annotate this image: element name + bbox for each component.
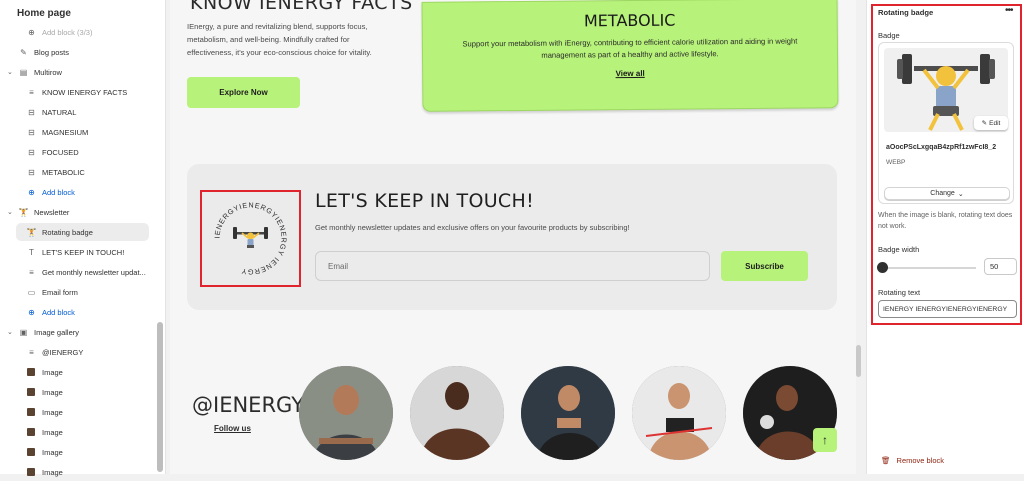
sidebar-item-magnesium[interactable]: ⊟ MAGNESIUM (27, 123, 88, 141)
sidebar-scrollbar[interactable] (157, 322, 163, 472)
gallery-image[interactable] (299, 366, 393, 460)
panel-title: Rotating badge (878, 8, 934, 17)
follow-us-link[interactable]: Follow us (214, 424, 251, 433)
row-block-icon: ⊟ (28, 147, 35, 157)
change-image-button[interactable]: Change ⌄ (884, 187, 1010, 200)
row-block-icon: ⊟ (28, 107, 35, 117)
remove-block-button[interactable]: 🗑 Remove block (881, 456, 944, 465)
badge-width-slider-track[interactable] (882, 267, 976, 269)
sidebar-item-image-gallery[interactable]: ⌄ ▣ Image gallery (7, 323, 79, 341)
sidebar-item-blog-posts[interactable]: ✎ Blog posts (19, 43, 69, 61)
row-block-icon: ⊟ (28, 167, 35, 177)
preview-scrollbar[interactable] (856, 345, 861, 377)
sidebar-item-heading[interactable]: T LET'S KEEP IN TOUCH! (27, 243, 124, 261)
scroll-to-top-button[interactable]: ↑ (813, 428, 837, 452)
metabolic-heading: METABOLIC (583, 10, 676, 31)
add-block-button[interactable]: ⊕ Add block (27, 303, 75, 321)
section-icon: ▤ (19, 67, 28, 77)
plus-circle-icon: ⊕ (28, 307, 35, 317)
rotating-text-input[interactable]: IENERGY IENERGYIENERGYIENERGY (878, 300, 1017, 318)
sidebar-item-multirow[interactable]: ⌄ ▤ Multirow (7, 63, 62, 81)
add-block-disabled: ⊕ Add block (3/3) (28, 27, 93, 37)
gallery-image[interactable] (632, 366, 726, 460)
add-block-button[interactable]: ⊕ Add block (27, 183, 75, 201)
image-icon (27, 448, 35, 456)
gallery-icon: ▣ (19, 327, 28, 337)
view-all-link[interactable]: View all (423, 67, 837, 80)
block-settings-panel: Rotating badge ••• Badge ✎ Edit aOocPScL… (866, 0, 1024, 474)
text-block-icon: ≡ (29, 87, 34, 97)
sidebar-item-image[interactable]: Image (27, 383, 63, 401)
form-icon: ▭ (27, 287, 36, 297)
plus-circle-icon: ⊕ (28, 187, 35, 197)
image-icon (27, 388, 35, 396)
chevron-down-icon: ⌄ (957, 190, 964, 198)
sidebar-item-email-form[interactable]: ▭ Email form (27, 283, 78, 301)
sidebar-item-newsletter[interactable]: ⌄ 🏋 Newsletter (7, 203, 69, 221)
text-block-icon: ≡ (29, 347, 34, 357)
heading-icon: T (29, 247, 34, 257)
know-facts-text: IEnergy, a pure and revitalizing blend, … (187, 22, 372, 57)
sidebar-item-focused[interactable]: ⊟ FOCUSED (27, 143, 79, 161)
trash-icon: 🗑 (881, 456, 891, 465)
page-title: Home page (17, 8, 71, 19)
image-icon (27, 368, 35, 376)
blog-icon: ✎ (20, 47, 27, 57)
sections-sidebar: Home page ⊕ Add block (3/3) ✎ Blog posts… (0, 0, 166, 477)
more-options-icon[interactable]: ••• (1005, 5, 1013, 16)
newsletter-heading: LET'S KEEP IN TOUCH! (315, 190, 534, 212)
sidebar-item-image[interactable]: Image (27, 363, 63, 381)
gallery-image[interactable] (521, 366, 615, 460)
sidebar-item-metabolic[interactable]: ⊟ METABOLIC (27, 163, 85, 181)
image-icon (27, 428, 35, 436)
image-icon (27, 408, 35, 416)
sidebar-item-rotating-badge[interactable]: 🏋 Rotating badge (16, 223, 149, 241)
email-field[interactable]: Email (315, 251, 710, 281)
rotating-badge: IENERGYIENERGYIENERGY IENERGY (212, 200, 289, 277)
gallery-handle: @IENERGY (192, 393, 305, 417)
chevron-down-icon[interactable]: ⌄ (7, 208, 15, 216)
theme-preview: KNOW IENERGY FACTS IEnergy, a pure and r… (170, 0, 856, 474)
sidebar-item-newsletter-text[interactable]: ≡ Get monthly newsletter updat... (27, 263, 146, 281)
edit-image-button[interactable]: ✎ Edit (974, 116, 1008, 130)
explore-now-button[interactable]: Explore Now (187, 77, 300, 108)
arrow-up-icon: ↑ (822, 433, 828, 447)
subscribe-button[interactable]: Subscribe (721, 251, 808, 281)
badge-width-slider-handle[interactable] (877, 262, 888, 273)
image-icon (27, 468, 35, 476)
badge-help-text: When the image is blank, rotating text d… (878, 212, 1013, 230)
chevron-down-icon[interactable]: ⌄ (7, 68, 15, 76)
sidebar-item-natural[interactable]: ⊟ NATURAL (27, 103, 76, 121)
sidebar-item-image[interactable]: Image (27, 463, 63, 481)
newsletter-subtext: Get monthly newsletter updates and exclu… (315, 223, 630, 232)
chevron-down-icon[interactable]: ⌄ (7, 328, 15, 336)
know-facts-heading: KNOW IENERGY FACTS (190, 0, 413, 14)
sidebar-item-ienergy-handle[interactable]: ≡ @IENERGY (27, 343, 83, 361)
rotating-badge-selection[interactable]: IENERGYIENERGYIENERGY IENERGY (200, 190, 301, 287)
emoji-icon: 🏋 (26, 227, 37, 237)
badge-label: Badge (878, 31, 900, 40)
rotating-text-label: Rotating text (878, 288, 921, 297)
gallery-image[interactable] (410, 366, 504, 460)
text-block-icon: ≡ (29, 267, 34, 277)
pencil-icon: ✎ (981, 120, 988, 127)
sidebar-item-image[interactable]: Image (27, 443, 63, 461)
image-file-type: WEBP (886, 159, 906, 166)
metabolic-text: Support your metabolism with iEnergy, co… (462, 36, 798, 60)
plus-circle-icon: ⊕ (28, 27, 35, 37)
badge-width-input[interactable]: 50 (984, 258, 1017, 275)
metabolic-card: METABOLIC Support your metabolism with i… (421, 0, 839, 112)
badge-width-label: Badge width (878, 245, 920, 254)
image-file-name: aOocPScLxgqaB4zpRf1zwFcI8_2 (886, 144, 997, 151)
sidebar-item-know-ienergy-facts[interactable]: ≡ KNOW IENERGY FACTS (27, 83, 127, 101)
sidebar-item-image[interactable]: Image (27, 423, 63, 441)
sidebar-item-image[interactable]: Image (27, 403, 63, 421)
emoji-icon: 🏋 (18, 207, 29, 217)
row-block-icon: ⊟ (28, 127, 35, 137)
